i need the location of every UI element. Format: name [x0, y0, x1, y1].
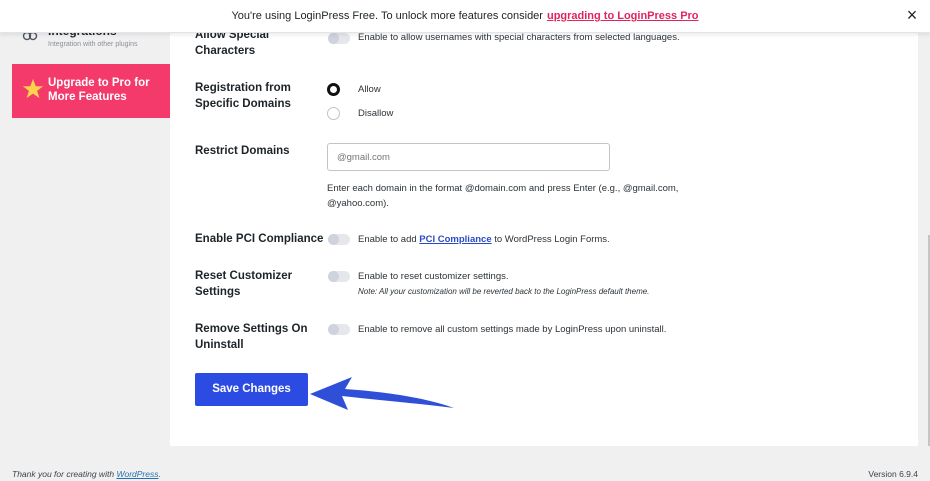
remove-settings-label: Remove Settings On Uninstall — [195, 323, 308, 351]
remove-settings-desc: Enable to remove all custom settings mad… — [358, 324, 667, 335]
upgrade-to-pro-button[interactable]: Upgrade to Pro for More Features — [12, 64, 170, 118]
radio-allow[interactable] — [327, 83, 340, 96]
arrow-annotation-icon — [310, 377, 454, 410]
notice-text: You're using LoginPress Free. To unlock … — [231, 10, 543, 22]
footer-thanks-text: Thank you for creating with — [12, 469, 115, 479]
sidebar: Integrations Integration with other plug… — [0, 0, 170, 446]
registration-domains-label: Registration from Specific Domains — [195, 82, 291, 110]
upgrade-link[interactable]: upgrading to LoginPress Pro — [547, 10, 699, 22]
footer-period: . — [158, 469, 161, 479]
star-icon — [22, 78, 44, 99]
upgrade-notice-bar: You're using LoginPress Free. To unlock … — [0, 0, 930, 33]
pci-compliance-desc: Enable to add PCI Compliance to WordPres… — [358, 233, 610, 246]
pci-compliance-label: Enable PCI Compliance — [195, 233, 324, 245]
remove-settings-toggle[interactable] — [328, 324, 350, 335]
save-changes-button[interactable]: Save Changes — [195, 373, 308, 406]
reset-customizer-desc: Enable to reset customizer settings. — [358, 271, 509, 282]
reset-customizer-toggle[interactable] — [328, 271, 350, 282]
close-icon[interactable]: × — [903, 5, 921, 25]
reset-customizer-label: Reset Customizer Settings — [195, 270, 293, 298]
wordpress-link[interactable]: WordPress — [116, 469, 158, 479]
settings-panel: Allow Special Characters Enable to allow… — [170, 0, 918, 446]
pci-compliance-toggle[interactable] — [328, 234, 350, 245]
upgrade-label: Upgrade to Pro for More Features — [48, 77, 150, 103]
radio-disallow[interactable] — [327, 107, 340, 120]
restrict-domains-input[interactable] — [327, 143, 610, 171]
pci-desc-before: Enable to add — [358, 234, 417, 245]
pci-desc-after: to WordPress Login Forms. — [494, 234, 610, 245]
footer-thanks: Thank you for creating with WordPress. — [12, 469, 161, 479]
version-label: Version 6.9.4 — [868, 469, 918, 479]
pci-compliance-link[interactable]: PCI Compliance — [419, 234, 491, 245]
radio-disallow-label: Disallow — [358, 108, 394, 119]
allow-special-characters-toggle[interactable] — [328, 33, 350, 44]
restrict-domains-label: Restrict Domains — [195, 145, 290, 157]
restrict-domains-help: Enter each domain in the format @domain.… — [327, 183, 679, 209]
radio-allow-label: Allow — [358, 84, 381, 95]
sidebar-item-subtitle: Integration with other plugins — [48, 41, 138, 48]
reset-customizer-note: Note: All your customization will be rev… — [358, 287, 650, 296]
